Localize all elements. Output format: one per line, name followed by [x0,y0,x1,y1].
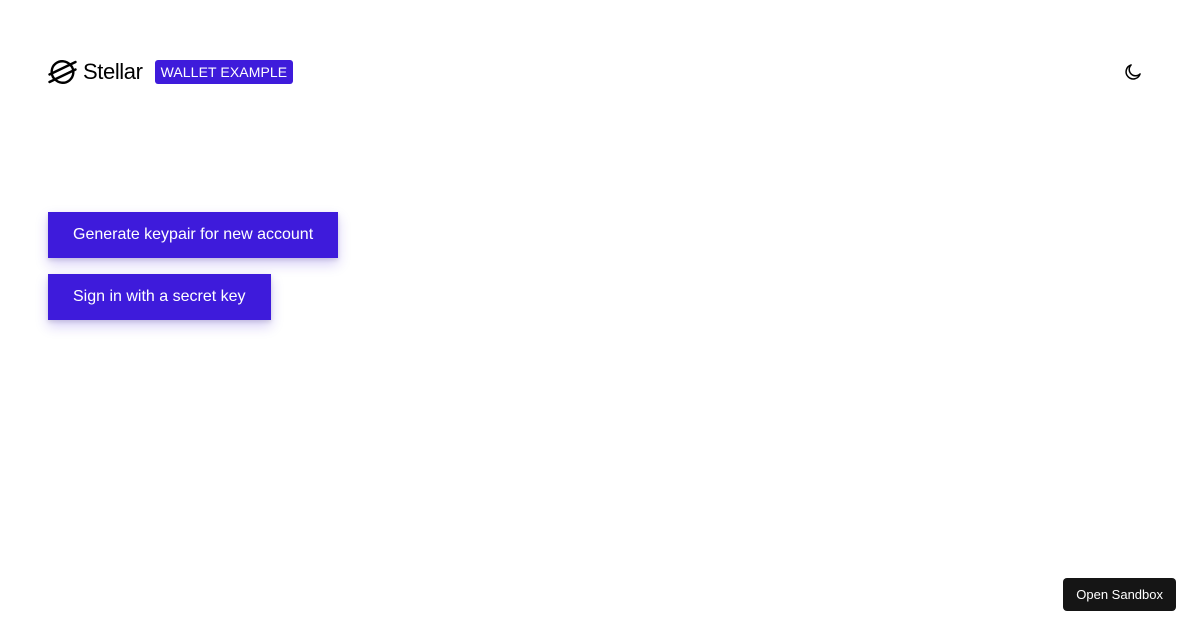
header: Stellar WALLET EXAMPLE [48,58,1152,86]
wallet-example-badge: WALLET EXAMPLE [154,60,294,84]
theme-toggle-button[interactable] [1121,60,1145,84]
generate-keypair-button[interactable]: Generate keypair for new account [48,212,339,258]
moon-icon [1125,64,1141,80]
brand: Stellar WALLET EXAMPLE [48,59,294,85]
actions: Generate keypair for new account Sign in… [48,212,339,320]
page: Stellar WALLET EXAMPLE Generate keypair … [0,0,1200,630]
stellar-logo[interactable]: Stellar [48,59,143,85]
open-sandbox-button[interactable]: Open Sandbox [1063,578,1176,611]
logo-text: Stellar [83,59,143,84]
sign-in-button[interactable]: Sign in with a secret key [48,274,271,320]
stellar-logo-icon [48,60,77,84]
